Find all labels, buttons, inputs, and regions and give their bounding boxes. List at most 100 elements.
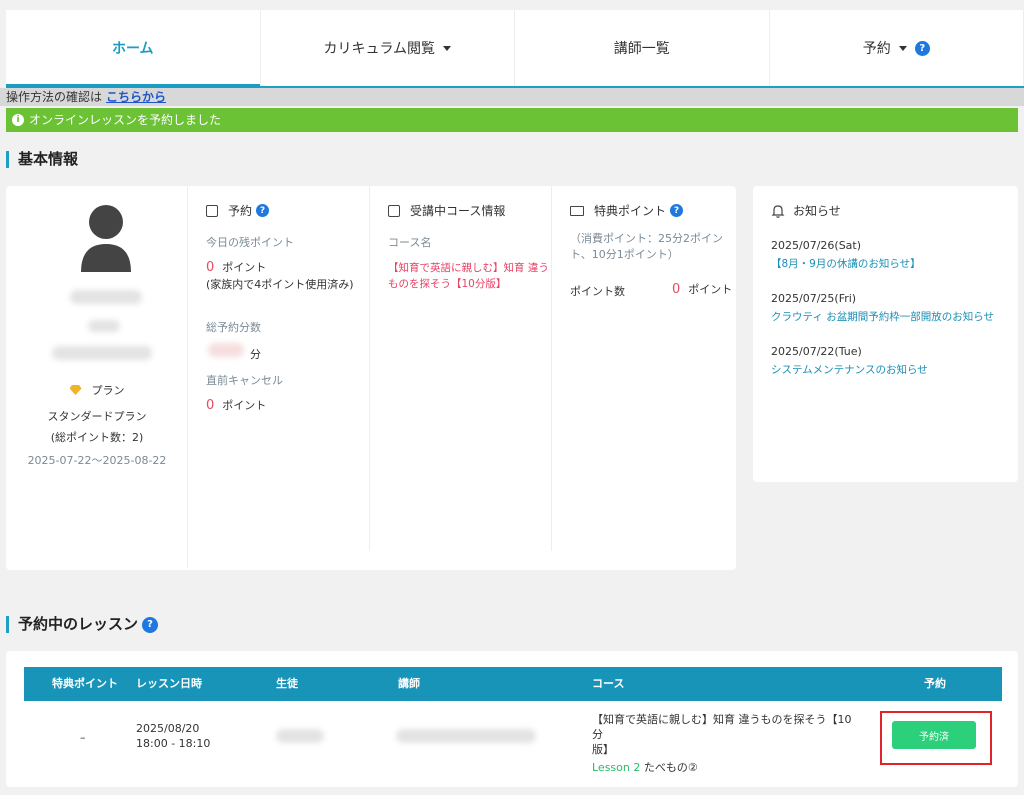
remaining-value: 0 (206, 260, 215, 275)
bonus-points-unit: ポイント (688, 283, 733, 296)
chevron-down-icon (898, 45, 907, 51)
header-student: 生徒 (276, 677, 298, 690)
course-panel: 受講中コース情報 コース名 【知育で英語に親しむ】知育 違う ものを探そう【10… (370, 186, 552, 551)
calendar-icon (206, 204, 218, 217)
notice-item: 2025/07/22(Tue) システムメンテナンスのお知らせ (771, 345, 1011, 377)
bonus-points-row: 0 ポイント (672, 281, 732, 297)
howto-link[interactable]: こちらから (106, 90, 166, 104)
notice-item: 2025/07/26(Sat) 【8月・9月の休講のお知らせ】 (771, 239, 1011, 271)
header-bonus: 特典ポイント (52, 677, 118, 690)
bonus-note-line1: （消費ポイント：25分2ポイン (570, 232, 723, 245)
tab-teachers[interactable]: 講師一覧 (515, 10, 770, 86)
notice-item: 2025/07/25(Fri) クラウティ お盆期間予約枠一部開放のお知らせ (771, 292, 1011, 324)
header-teacher: 講師 (398, 677, 420, 690)
basic-info-title: 基本情報 (6, 151, 78, 168)
course-name-line1: 【知育で英語に親しむ】知育 違う (388, 262, 549, 274)
tab-curriculum[interactable]: カリキュラム閲覧 (261, 10, 515, 86)
plan-name: スタンダードプラン (47, 410, 147, 423)
lesson-title: たべもの② (643, 761, 698, 774)
remaining-value-row: 0 ポイント (206, 259, 266, 275)
basic-info-title-text: 基本情報 (18, 150, 79, 168)
remaining-label: 今日の残ポイント (206, 236, 294, 249)
row-datetime: 2025/08/20 18:00 - 18:10 (136, 721, 210, 751)
course-header: 受講中コース情報 (388, 202, 505, 219)
top-nav: ホーム カリキュラム閲覧 講師一覧 予約? (6, 10, 1024, 88)
row-date: 2025/08/20 (136, 722, 200, 735)
plan-label-text: プラン (91, 384, 125, 397)
course-name[interactable]: 【知育で英語に親しむ】知育 違う ものを探そう【10分版】 (388, 260, 549, 292)
save-disk-icon (388, 204, 400, 217)
bonus-points-value: 0 (672, 282, 681, 297)
user-avatar-icon (81, 205, 131, 272)
cancel-value: 0 (206, 398, 215, 413)
plan-period: 2025-07-22〜2025-08-22 (27, 454, 167, 467)
row-bonus: – (80, 731, 86, 744)
blurred-minutes (208, 343, 244, 357)
tab-reserve[interactable]: 予約? (770, 10, 1024, 86)
blurred-email (52, 346, 152, 360)
notices-card: お知らせ 2025/07/26(Sat) 【8月・9月の休講のお知らせ】 202… (753, 186, 1018, 482)
howto-bar: 操作方法の確認は こちらから (0, 88, 1024, 106)
minutes-unit: 分 (250, 348, 261, 361)
tab-teachers-label: 講師一覧 (613, 41, 670, 57)
info-icon: i (12, 114, 24, 126)
basic-info-card: プラン スタンダードプラン (総ポイント数：2) 2025-07-22〜2025… (6, 186, 736, 570)
cancel-unit: ポイント (222, 399, 267, 412)
course-name-line2: ものを探そう【10分版】 (388, 278, 507, 290)
course-name-label: コース名 (388, 236, 432, 249)
blurred-id (88, 320, 120, 332)
notice-link[interactable]: システムメンテナンスのお知らせ (771, 362, 1011, 377)
help-icon[interactable]: ? (914, 40, 930, 56)
howto-text: 操作方法の確認は (6, 90, 103, 104)
plan-label: プラン (6, 382, 188, 398)
tab-reserve-label: 予約 (862, 41, 891, 57)
chevron-down-icon (443, 45, 452, 51)
notices-header: お知らせ (771, 202, 841, 219)
remaining-unit: ポイント (222, 261, 267, 274)
notices-title: お知らせ (793, 204, 841, 218)
row-course-line1: 【知育で英語に親しむ】知育 違うものを探そう【10分 (592, 713, 852, 741)
bonus-title: 特典ポイント (594, 204, 667, 218)
family-note: (家族内で4ポイント使用済み) (206, 278, 354, 291)
diamond-icon (69, 385, 82, 395)
cancel-value-row: 0 ポイント (206, 397, 266, 413)
header-course: コース (592, 677, 625, 690)
ticket-icon (570, 205, 584, 216)
bonus-panel: 特典ポイント? （消費ポイント：25分2ポイン ト、10分1ポイント） ポイント… (552, 186, 736, 551)
row-lesson: Lesson 2 たべもの② (592, 760, 862, 775)
bell-icon (771, 204, 785, 218)
notice-date: 2025/07/26(Sat) (771, 239, 862, 252)
tab-curriculum-label: カリキュラム閲覧 (323, 41, 436, 57)
tab-home[interactable]: ホーム (6, 10, 261, 88)
blurred-teacher (396, 729, 536, 743)
highlight-box (880, 711, 992, 765)
blurred-name (70, 290, 142, 304)
bonus-note: （消費ポイント：25分2ポイン ト、10分1ポイント） (570, 231, 723, 263)
lessons-table: 特典ポイント レッスン日時 生徒 講師 コース 予約 – 2025/08/20 … (6, 651, 1018, 787)
lessons-title-text: 予約中のレッスン (18, 615, 139, 633)
reservation-panel: 予約? 今日の残ポイント 0 ポイント (家族内で4ポイント使用済み) 総予約分数… (188, 186, 370, 551)
lesson-link[interactable]: Lesson 2 (592, 761, 640, 774)
bonus-note-line2: ト、10分1ポイント） (570, 248, 679, 261)
plan-total-points: (総ポイント数：2) (50, 431, 144, 444)
notice-date: 2025/07/25(Fri) (771, 292, 857, 305)
row-course: 【知育で英語に親しむ】知育 違うものを探そう【10分 版】 Lesson 2 た… (592, 712, 862, 775)
course-title: 受講中コース情報 (410, 204, 506, 218)
notice-link[interactable]: 【8月・9月の休講のお知らせ】 (771, 256, 1011, 271)
bonus-points-label: ポイント数 (570, 285, 625, 298)
header-reserve: 予約 (924, 677, 946, 690)
total-minutes-label: 総予約分数 (206, 321, 261, 334)
cancel-label: 直前キャンセル (206, 374, 283, 387)
reservation-header: 予約? (206, 202, 270, 219)
row-time: 18:00 - 18:10 (136, 737, 211, 750)
success-message: オンラインレッスンを予約しました (29, 113, 222, 127)
help-icon[interactable]: ? (670, 204, 684, 217)
reservation-title: 予約 (228, 204, 253, 218)
tab-home-label: ホーム (111, 41, 154, 57)
profile-panel: プラン スタンダードプラン (総ポイント数：2) 2025-07-22〜2025… (6, 186, 188, 568)
help-icon[interactable]: ? (142, 616, 159, 633)
header-datetime: レッスン日時 (136, 677, 202, 690)
help-icon[interactable]: ? (256, 204, 270, 217)
notice-link[interactable]: クラウティ お盆期間予約枠一部開放のお知らせ (771, 309, 1011, 324)
row-course-line2: 版】 (592, 743, 614, 756)
